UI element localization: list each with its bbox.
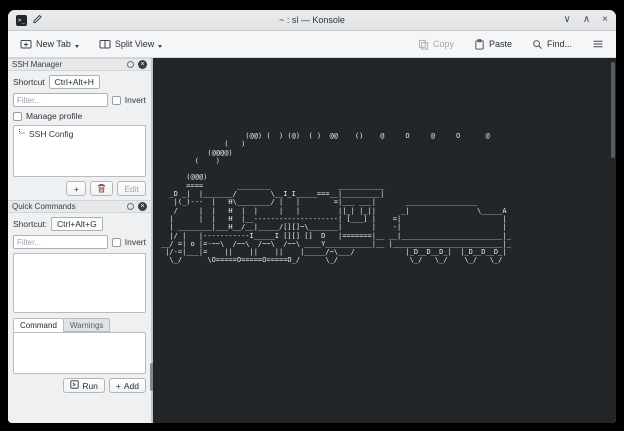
qc-filter-row: Invert — [8, 235, 151, 249]
add-label: Add — [124, 381, 139, 391]
qc-shortcut-value[interactable]: Ctrl+Alt+G — [51, 217, 103, 231]
copy-label: Copy — [433, 39, 454, 49]
sidebar-spacer — [8, 397, 151, 423]
ssh-delete-button[interactable] — [90, 181, 113, 196]
split-view-label: Split View — [115, 39, 154, 49]
quick-commands-title: Quick Commands — [12, 202, 123, 211]
chevron-down-icon — [158, 45, 162, 48]
new-tab-label: New Tab — [36, 39, 71, 49]
terminal-scrollbar[interactable] — [611, 62, 615, 158]
konsole-window: >_ ~ : sl — Konsole ∨ ∧ × New Tab Split … — [8, 10, 616, 423]
tree-item-label: SSH Config — [29, 129, 73, 139]
qc-command-list[interactable] — [13, 253, 146, 313]
qc-shortcut-row: Shortcut: Ctrl+Alt+G — [8, 217, 151, 231]
qc-buttons-row: Run + Add — [8, 374, 151, 397]
close-icon[interactable]: × — [602, 15, 608, 25]
qc-filter-input[interactable] — [13, 235, 108, 249]
ssh-filter-input[interactable] — [13, 93, 108, 107]
chevron-down-icon — [75, 45, 79, 48]
terminal-area[interactable]: (@@) ( ) (@) ( ) @@ () @ O @ O @ ( ) (@@… — [153, 58, 616, 423]
maximize-icon[interactable]: ∧ — [583, 15, 590, 25]
tab-command[interactable]: Command — [13, 318, 64, 332]
close-panel-icon[interactable]: × — [138, 60, 147, 69]
close-panel-icon[interactable]: × — [138, 202, 147, 211]
copy-icon — [418, 39, 429, 50]
titlebar[interactable]: >_ ~ : sl — Konsole ∨ ∧ × — [8, 10, 616, 31]
run-icon — [70, 380, 79, 391]
ssh-add-button[interactable]: + — [66, 181, 86, 196]
paste-label: Paste — [489, 39, 512, 49]
tab-warnings[interactable]: Warnings — [64, 318, 111, 332]
ssh-manage-profile-row: Manage profile — [8, 111, 151, 121]
ssh-invert-checkbox[interactable] — [112, 96, 121, 105]
tree-item-ssh-config[interactable]: SSH Config — [14, 126, 145, 142]
ssh-manager-title: SSH Manager — [12, 60, 123, 69]
paste-button[interactable]: Paste — [470, 36, 516, 53]
quick-commands-panel-header: Quick Commands × — [8, 200, 151, 213]
float-panel-icon[interactable] — [127, 203, 134, 210]
split-view-icon — [99, 38, 111, 50]
run-label: Run — [82, 381, 98, 391]
search-icon — [532, 39, 543, 50]
hamburger-icon — [592, 38, 604, 50]
qc-command-editor[interactable] — [13, 332, 146, 374]
ssh-filter-row: Invert — [8, 93, 151, 107]
paste-icon — [474, 39, 485, 50]
ssh-shortcut-row: Shortcut Ctrl+Alt+H — [8, 75, 151, 89]
qc-add-button[interactable]: + Add — [109, 378, 146, 393]
minimize-icon[interactable]: ∨ — [564, 15, 571, 25]
find-label: Find... — [547, 39, 572, 49]
qc-shortcut-label: Shortcut: — [13, 219, 47, 229]
trash-icon — [97, 183, 106, 195]
ssh-edit-button[interactable]: Edit — [117, 181, 146, 196]
manage-profile-checkbox[interactable] — [13, 112, 22, 121]
split-view-button[interactable]: Split View — [95, 35, 166, 53]
pencil-icon — [32, 11, 42, 29]
toolbar: New Tab Split View Copy Paste — [8, 31, 616, 58]
tree-branch-icon — [18, 129, 26, 139]
new-tab-icon — [20, 38, 32, 50]
ssh-manager-panel-header: SSH Manager × — [8, 58, 151, 71]
ssh-shortcut-label: Shortcut — [13, 77, 45, 87]
float-panel-icon[interactable] — [127, 61, 134, 68]
plus-icon: + — [116, 381, 121, 391]
new-tab-button[interactable]: New Tab — [16, 35, 83, 53]
ssh-shortcut-value[interactable]: Ctrl+Alt+H — [49, 75, 100, 89]
window-title: ~ : sl — Konsole — [8, 15, 616, 25]
ssh-config-tree: SSH Config — [13, 125, 146, 177]
qc-invert-checkbox[interactable] — [112, 238, 121, 247]
sidebar: SSH Manager × Shortcut Ctrl+Alt+H Invert… — [8, 58, 151, 423]
konsole-app-icon: >_ — [16, 15, 27, 26]
qc-run-button[interactable]: Run — [63, 378, 105, 393]
ssh-invert-label: Invert — [125, 95, 146, 105]
main-content: SSH Manager × Shortcut Ctrl+Alt+H Invert… — [8, 58, 616, 423]
copy-button[interactable]: Copy — [414, 36, 458, 53]
manage-profile-label: Manage profile — [26, 111, 82, 121]
terminal-ascii-art: (@@) ( ) (@) ( ) @@ () @ O @ O @ ( ) (@@… — [161, 132, 511, 265]
find-button[interactable]: Find... — [528, 36, 576, 53]
ssh-buttons-row: + Edit — [8, 177, 151, 200]
qc-invert-label: Invert — [125, 237, 146, 247]
qc-tabs: Command Warnings — [13, 318, 146, 332]
hamburger-menu-button[interactable] — [588, 35, 608, 53]
